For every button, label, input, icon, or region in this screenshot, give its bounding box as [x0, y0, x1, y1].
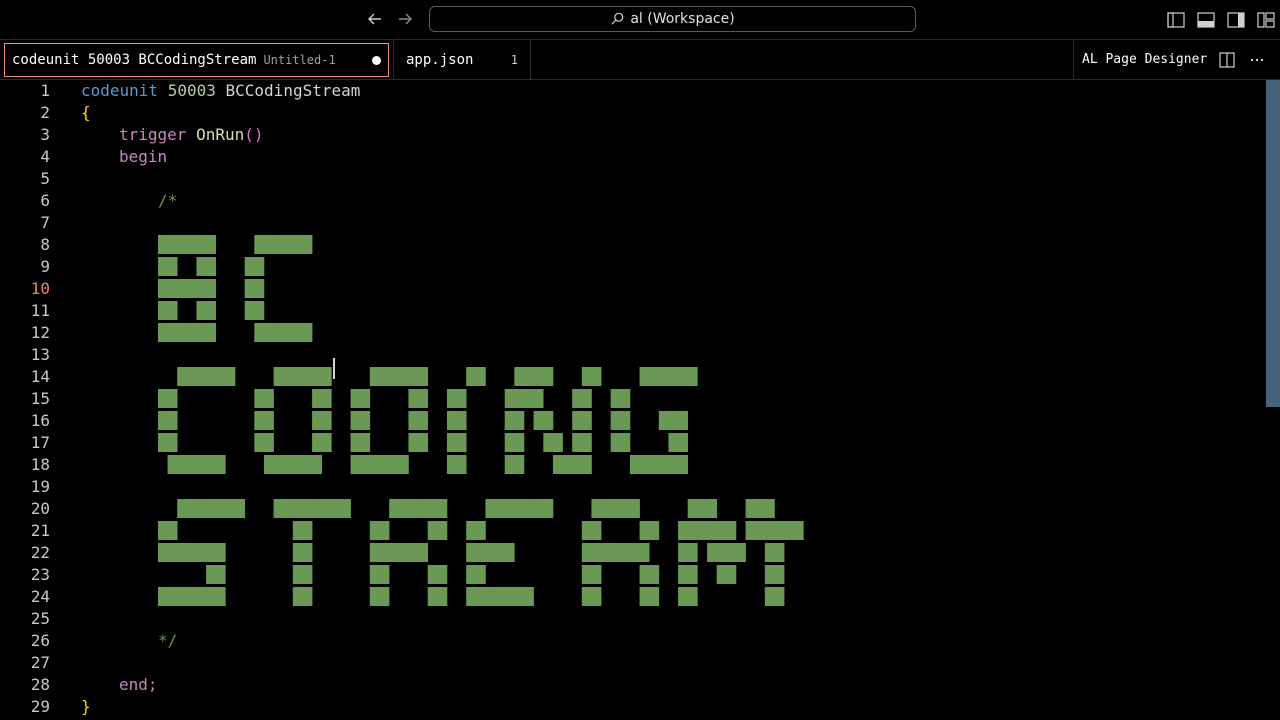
more-actions-icon[interactable]	[1249, 52, 1265, 68]
vertical-scrollbar[interactable]	[1266, 80, 1280, 720]
ascii-art-line: ██████ ██	[158, 279, 264, 298]
al-page-designer-button[interactable]: AL Page Designer	[1082, 52, 1207, 67]
keyword-end: end;	[119, 675, 158, 694]
tab-title: codeunit 50003 BCCodingStream	[12, 52, 257, 68]
split-editor-icon[interactable]	[1219, 51, 1235, 68]
arrow-right-icon[interactable]	[394, 8, 416, 30]
comment-open: /*	[158, 191, 178, 210]
code-editor[interactable]: 29 28 27 26 25 24 23 22 21 20 19 18 17 16 15 14 13 12 11 10…	[0, 80, 1266, 720]
ascii-art-line: ██████ ██████ ██████ ██ ████ ██ ██████	[158, 367, 698, 386]
toggle-primary-sidebar-icon[interactable]	[1166, 10, 1186, 30]
customize-layout-icon[interactable]	[1256, 10, 1276, 30]
tab-app-json[interactable]: app.json 1	[393, 40, 531, 79]
tab-codeunit[interactable]: codeunit 50003 BCCodingStream Untitled-1	[4, 43, 389, 77]
ascii-art-line: ██████ ██████ ██████ ██ ██ ████ ██████	[158, 455, 688, 474]
gutter-row: 7	[0, 212, 1266, 234]
keyword-trigger: trigger	[119, 125, 187, 144]
line-number: 25	[30, 609, 50, 628]
editor-tab-bar: codeunit 50003 BCCodingStream Untitled-1…	[0, 40, 1280, 80]
ascii-art-line: ██ ██ ██ ██ ██ ██ ██ ██████ ██████	[158, 521, 804, 540]
scroll-thumb[interactable]	[1266, 80, 1280, 407]
gutter-row: 5	[0, 168, 1266, 190]
gutter-row: 25	[0, 608, 1266, 630]
close-brace: }	[81, 697, 91, 716]
search-icon	[611, 12, 624, 25]
ascii-art-line: ██ ██ ██ ██ ██ ██ ██ ██ ██ ██ ███	[158, 411, 688, 430]
editor-actions: AL Page Designer	[1073, 40, 1280, 79]
trigger-name: OnRun	[196, 125, 245, 144]
ascii-art-line: ██ ██ ██ ██ ██ ██ ██ ██ ██ ██ ██	[158, 433, 688, 452]
tab-title: app.json	[406, 51, 474, 68]
tab-description: Untitled-1	[263, 53, 336, 67]
command-center-search[interactable]: al (Workspace)	[429, 6, 916, 32]
keyword-codeunit: codeunit	[81, 81, 159, 100]
ascii-art-line: ██ ██ ██ ██ ██ ██ ██ ██ ██ ██	[158, 565, 785, 584]
trigger-parens: ()	[244, 125, 264, 144]
codeunit-id: 50003	[167, 81, 216, 100]
toggle-secondary-sidebar-icon[interactable]	[1226, 10, 1246, 30]
keyword-begin: begin	[119, 147, 168, 166]
line-number: 5	[40, 169, 50, 188]
toggle-panel-icon[interactable]	[1196, 10, 1216, 30]
open-brace: {	[81, 103, 91, 122]
line-number: 7	[40, 213, 50, 232]
problems-badge: 1	[510, 52, 518, 67]
ascii-art-line: ██ ██ ██ ██ ██ ██ ████ ██ ██	[158, 389, 631, 408]
ascii-art-line: ███████ ██ ██████ █████ ███████ ██ ████ …	[158, 543, 785, 562]
ascii-art-line: ██████ ██████	[158, 323, 313, 342]
ascii-art-line: ██ ██ ██	[158, 257, 264, 276]
ascii-art-line: ███████ ██ ██ ██ ███████ ██ ██ ██ ██	[158, 587, 785, 606]
modified-dot-icon[interactable]	[372, 56, 381, 65]
codeunit-name: BCCodingStream	[225, 81, 361, 100]
ascii-art-line: ██████ ██████	[158, 235, 313, 254]
comment-close: */	[158, 631, 178, 650]
ascii-art-line: ███████ ████████ ██████ ███████ █████ ██…	[158, 499, 775, 518]
title-bar: al (Workspace)	[0, 0, 1280, 40]
line-number: 27	[30, 653, 50, 672]
gutter-row: 27	[0, 652, 1266, 674]
ascii-art-line: ██ ██ ██	[158, 301, 264, 320]
arrow-left-icon[interactable]	[364, 8, 386, 30]
search-text: al (Workspace)	[630, 11, 735, 27]
